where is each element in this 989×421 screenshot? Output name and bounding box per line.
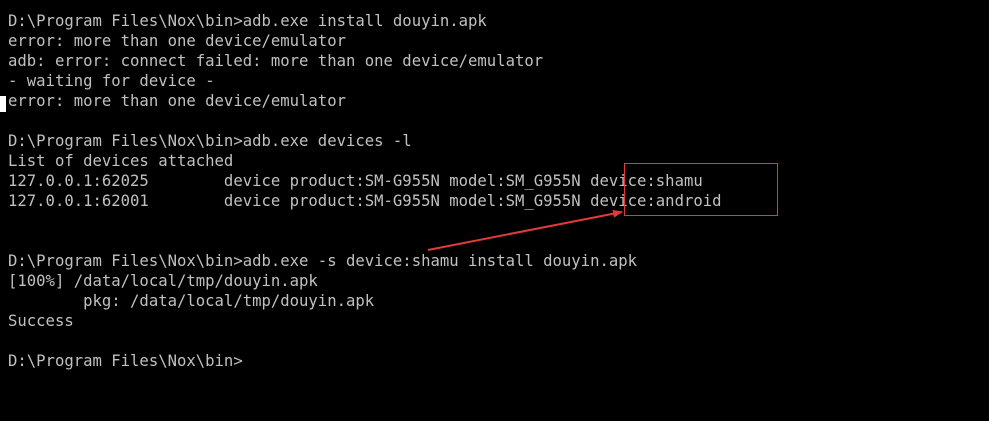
terminal-line: error: more than one device/emulator bbox=[8, 32, 346, 50]
annotation-highlight-box bbox=[624, 163, 778, 216]
terminal-line: - waiting for device - bbox=[8, 72, 215, 90]
terminal-line: D:\Program Files\Nox\bin>adb.exe devices… bbox=[8, 132, 412, 150]
terminal-line: 127.0.0.1:62025 device product:SM-G955N … bbox=[8, 172, 703, 190]
terminal-line: adb: error: connect failed: more than on… bbox=[8, 52, 544, 70]
arrow-shaft bbox=[427, 209, 623, 251]
terminal-line: 127.0.0.1:62001 device product:SM-G955N … bbox=[8, 192, 722, 210]
terminal-line: Success bbox=[8, 312, 74, 330]
terminal-line: [100%] /data/local/tmp/douyin.apk bbox=[8, 272, 318, 290]
terminal-window[interactable]: D:\Program Files\Nox\bin>adb.exe install… bbox=[0, 0, 989, 421]
terminal-line: D:\Program Files\Nox\bin>adb.exe -s devi… bbox=[8, 252, 638, 270]
terminal-line: List of devices attached bbox=[8, 152, 234, 170]
terminal-line: D:\Program Files\Nox\bin>adb.exe install… bbox=[8, 12, 487, 30]
terminal-line: error: more than one device/emulator bbox=[8, 92, 346, 110]
window-edge-artifact bbox=[0, 96, 6, 112]
terminal-line: pkg: /data/local/tmp/douyin.apk bbox=[8, 292, 375, 310]
terminal-prompt[interactable]: D:\Program Files\Nox\bin> bbox=[8, 351, 243, 371]
